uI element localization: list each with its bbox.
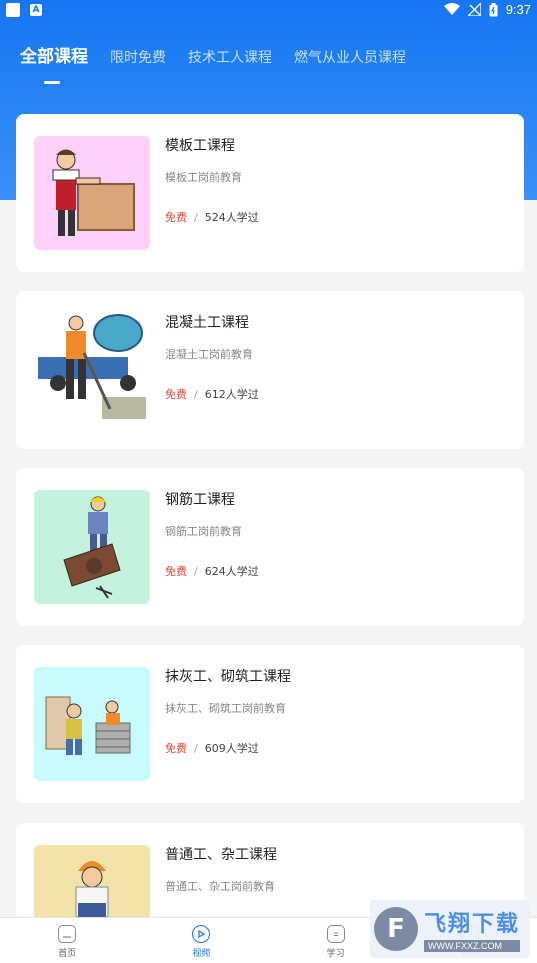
course-thumbnail bbox=[34, 136, 150, 250]
price-label: 免费 bbox=[165, 211, 187, 224]
meta-separator: / bbox=[194, 210, 198, 224]
course-meta: 免费 / 612人学过 bbox=[165, 386, 259, 402]
course-title: 模板工课程 bbox=[165, 138, 235, 154]
course-tabs: 全部课程 限时免费 技术工人课程 燃气从业人员课程 bbox=[20, 42, 428, 67]
course-title: 混凝土工课程 bbox=[165, 315, 249, 331]
nav-label: 学习 bbox=[326, 949, 345, 959]
watermark-logo: F bbox=[374, 907, 418, 951]
rebar-worker-illustration bbox=[63, 496, 121, 599]
course-card-formwork[interactable]: 模板工课程 模板工岗前教育 免费 / 524人学过 bbox=[16, 114, 524, 272]
course-subtitle: 普通工、杂工岗前教育 bbox=[165, 880, 275, 893]
meta-separator: / bbox=[194, 564, 198, 578]
nav-video[interactable]: 视频 bbox=[134, 918, 268, 963]
learner-count: 612人学过 bbox=[204, 388, 259, 401]
tab-technical-workers[interactable]: 技术工人课程 bbox=[188, 47, 272, 67]
nav-label: 首页 bbox=[58, 949, 77, 959]
watermark-text: 飞翔下载 bbox=[424, 912, 521, 937]
course-title: 钢筋工课程 bbox=[165, 492, 235, 508]
course-card-plaster-masonry[interactable]: 抹灰工、砌筑工课程 抹灰工、砌筑工岗前教育 免费 / 609人学过 bbox=[16, 645, 524, 803]
formwork-worker-illustration bbox=[52, 149, 135, 236]
a-app-icon: A bbox=[30, 4, 42, 16]
notification-icon bbox=[6, 3, 20, 17]
study-icon bbox=[326, 925, 345, 943]
course-thumbnail bbox=[34, 667, 150, 781]
nav-label: 视频 bbox=[192, 949, 211, 959]
course-card-concrete[interactable]: 混凝土工课程 混凝土工岗前教育 免费 / 612人学过 bbox=[16, 291, 524, 449]
tab-active-indicator bbox=[44, 81, 60, 84]
play-icon bbox=[192, 925, 211, 943]
wifi-icon bbox=[443, 3, 460, 15]
learner-count: 624人学过 bbox=[204, 565, 259, 578]
meta-separator: / bbox=[194, 741, 198, 755]
learner-count: 609人学过 bbox=[204, 742, 259, 755]
course-thumbnail bbox=[34, 490, 150, 604]
battery-icon bbox=[489, 2, 498, 16]
price-label: 免费 bbox=[165, 742, 187, 755]
course-title: 抹灰工、砌筑工课程 bbox=[165, 669, 291, 685]
tab-all-courses[interactable]: 全部课程 bbox=[20, 42, 88, 67]
signal-off-icon bbox=[467, 3, 481, 16]
nav-home[interactable]: 首页 bbox=[0, 918, 134, 963]
course-meta: 免费 / 609人学过 bbox=[165, 740, 259, 756]
course-subtitle: 模板工岗前教育 bbox=[165, 171, 242, 184]
watermark-url: WWW.FXXZ.COM bbox=[424, 940, 521, 952]
course-subtitle: 钢筋工岗前教育 bbox=[165, 525, 242, 538]
watermark-overlay: F 飞翔下载 WWW.FXXZ.COM bbox=[370, 900, 530, 958]
course-title: 普通工、杂工课程 bbox=[165, 847, 277, 863]
tab-limited-free[interactable]: 限时免费 bbox=[110, 47, 166, 67]
price-label: 免费 bbox=[165, 388, 187, 401]
course-meta: 免费 / 524人学过 bbox=[165, 209, 259, 225]
course-subtitle: 混凝土工岗前教育 bbox=[165, 348, 253, 361]
plaster-masonry-workers-illustration bbox=[45, 696, 131, 755]
course-card-rebar[interactable]: 钢筋工课程 钢筋工岗前教育 免费 / 624人学过 bbox=[16, 468, 524, 626]
tab-gas-workers[interactable]: 燃气从业人员课程 bbox=[294, 47, 406, 67]
course-thumbnail bbox=[34, 313, 150, 427]
meta-separator: / bbox=[194, 387, 198, 401]
clock: 9:37 bbox=[505, 2, 531, 17]
course-meta: 免费 / 624人学过 bbox=[165, 563, 259, 579]
concrete-worker-illustration bbox=[38, 314, 146, 419]
price-label: 免费 bbox=[165, 565, 187, 578]
course-subtitle: 抹灰工、砌筑工岗前教育 bbox=[165, 702, 286, 715]
learner-count: 524人学过 bbox=[204, 211, 259, 224]
status-bar: A 9:37 bbox=[0, 0, 537, 22]
home-icon bbox=[58, 925, 77, 943]
